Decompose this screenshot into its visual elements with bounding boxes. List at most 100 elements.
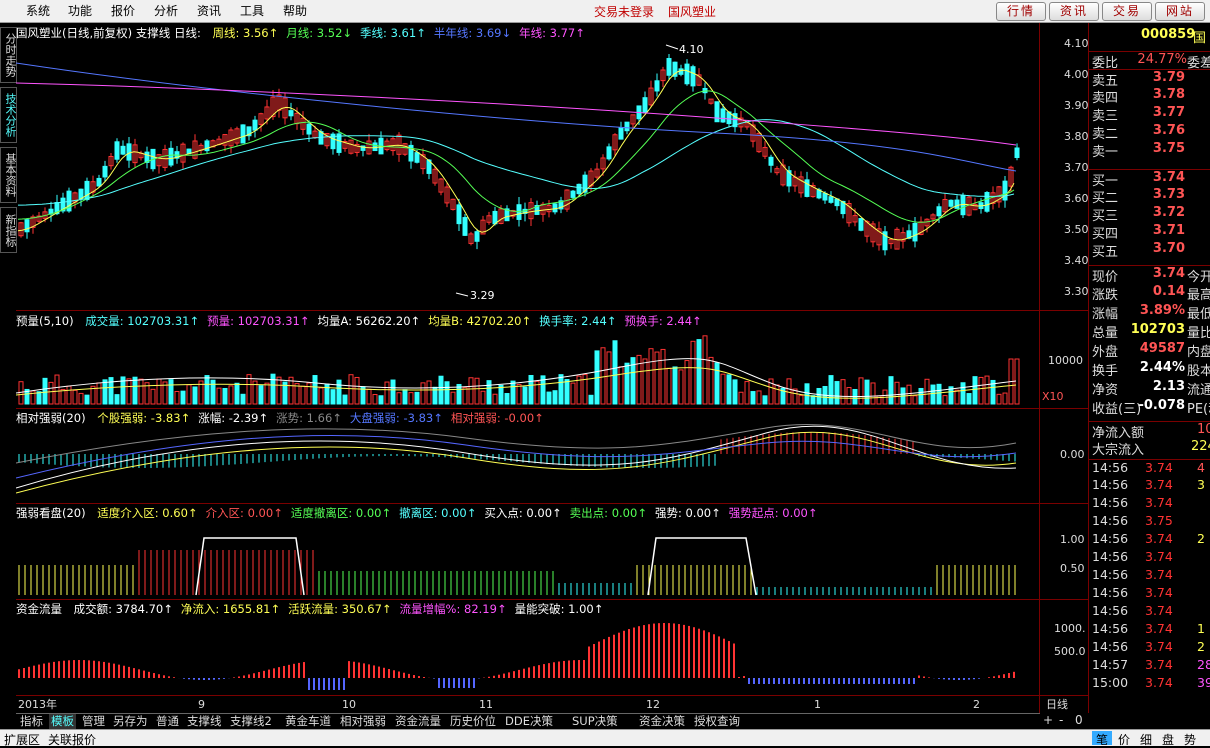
up-arrow-icon: ↑ — [270, 602, 281, 616]
indicator-tab-14[interactable]: 授权查询 — [692, 714, 742, 729]
candle — [594, 162, 600, 180]
trend-bars — [18, 537, 1016, 596]
menu-quote[interactable]: 报价 — [111, 2, 135, 19]
tab-ticks[interactable]: 笔 — [1092, 731, 1112, 747]
extension-area-button[interactable]: 扩展区 — [4, 731, 40, 748]
indicator-tab-7[interactable]: 黄金车道 — [283, 714, 333, 729]
trend-label-5: 卖出点: 0.00 — [569, 506, 638, 520]
candle — [972, 197, 978, 211]
tick-price: 3.74 — [1145, 621, 1173, 636]
quotes-button[interactable]: 行情 — [996, 2, 1046, 21]
tick-price: 3.75 — [1145, 513, 1173, 528]
indicator-tab-8[interactable]: 相对强弱 — [338, 714, 388, 729]
candle — [504, 205, 510, 222]
menu-tools[interactable]: 工具 — [240, 2, 264, 19]
trend-y-tick-05: 0.50 — [1060, 562, 1085, 575]
volume-bar — [588, 394, 594, 405]
candle — [900, 227, 906, 249]
news-button[interactable]: 资讯 — [1049, 2, 1099, 21]
indicator-tab-1[interactable]: 模板 — [49, 714, 76, 729]
trade-button[interactable]: 交易 — [1102, 2, 1152, 21]
menu-help[interactable]: 帮助 — [283, 2, 307, 19]
candle — [798, 171, 804, 198]
zoom-reset-button[interactable]: 0 — [1075, 713, 1083, 727]
candle — [828, 191, 834, 204]
trend-label-0: 适度介入区: 0.60 — [97, 506, 188, 520]
volume-bar — [786, 378, 792, 405]
candle — [960, 192, 966, 218]
tick-price: 3.74 — [1145, 675, 1173, 690]
candle — [138, 150, 144, 161]
volume-bar — [114, 394, 120, 405]
volume-bar — [138, 378, 144, 405]
quote-row-2-side-label: 最低 — [1187, 307, 1210, 322]
candle — [984, 191, 990, 213]
volume-bar — [930, 384, 936, 405]
zoom-out-button[interactable]: - — [1059, 713, 1063, 727]
tab-detail[interactable]: 细 — [1136, 731, 1156, 747]
strength-label-1: 涨幅: -2.39 — [198, 411, 259, 425]
menu-bar: 系统 功能 报价 分析 资讯 工具 帮助 交易未登录 国风塑业 行情 资讯 交易… — [0, 0, 1210, 23]
quote-row-5-label: 换手 — [1092, 364, 1119, 379]
sell-row-1-label: 卖一 — [1092, 145, 1119, 160]
volume-bar — [942, 395, 948, 405]
candle — [198, 143, 204, 155]
indicator-tab-2[interactable]: 管理 — [80, 714, 107, 729]
tick-volume: 2 — [1197, 639, 1205, 654]
indicator-tab-11[interactable]: DDE决策 — [503, 714, 555, 729]
menu-analysis[interactable]: 分析 — [154, 2, 178, 19]
indicator-tab-13[interactable]: 资金决策 — [637, 714, 687, 729]
indicator-tab-6[interactable]: 支撑线2 — [228, 714, 274, 729]
up-arrow-icon: ↑ — [807, 506, 818, 520]
indicator-tab-4[interactable]: 普通 — [154, 714, 181, 729]
candle — [642, 91, 648, 114]
website-button[interactable]: 网站 — [1155, 2, 1205, 21]
candle — [612, 133, 618, 156]
up-arrow-icon: ↑ — [466, 506, 477, 520]
tab-book[interactable]: 盘 — [1158, 731, 1178, 747]
linked-quote-button[interactable]: 关联报价 — [48, 731, 96, 748]
trend-label-1: 介入区: 0.00 — [205, 506, 274, 520]
up-arrow-icon: ↑ — [606, 314, 617, 328]
volume-label-5: 预换手: 2.44 — [624, 314, 693, 328]
tab-intraday[interactable]: 分时走势 — [0, 27, 17, 83]
indicator-tab-10[interactable]: 历史价位 — [448, 714, 498, 729]
tab-price[interactable]: 价 — [1114, 731, 1134, 747]
indicator-tab-12[interactable]: SUP决策 — [570, 714, 620, 729]
menu-function[interactable]: 功能 — [68, 2, 92, 19]
zoom-in-button[interactable]: + — [1043, 713, 1053, 727]
up-arrow-icon: ↑ — [534, 411, 544, 425]
login-status[interactable]: 交易未登录 — [594, 3, 654, 20]
menu-news[interactable]: 资讯 — [197, 2, 221, 19]
volume-bar — [894, 381, 900, 405]
tab-trend[interactable]: 势 — [1180, 731, 1200, 747]
x-axis: 2013年 9 10 11 12 1 2 — [18, 697, 980, 711]
candle — [48, 201, 54, 222]
volume-bar — [462, 387, 468, 405]
tab-fundamentals[interactable]: 基本资料 — [0, 147, 17, 203]
indicator-tab-5[interactable]: 支撑线 — [185, 714, 224, 729]
volume-bar — [342, 394, 348, 405]
buy-row-4-label: 买四 — [1092, 227, 1119, 242]
volume-bar — [936, 383, 942, 405]
chart-area[interactable]: 4.10 3.29 2013年 9 10 11 12 1 2 国风塑业(日线,前… — [16, 23, 1040, 713]
indicator-tab-3[interactable]: 另存为 — [111, 714, 150, 729]
volume-bar — [954, 389, 960, 405]
up-arrow-icon: ↑ — [381, 506, 392, 520]
volume-bar — [102, 379, 108, 405]
volume-bar — [324, 383, 330, 405]
volume-bar — [354, 376, 360, 405]
tab-technical[interactable]: 技术分析 — [0, 87, 17, 143]
indicator-tab-0[interactable]: 指标 — [18, 714, 45, 729]
quote-row-5-value: 2.44% — [1139, 360, 1185, 375]
volume-bar — [678, 369, 684, 405]
relative-strength-lines — [16, 424, 1017, 494]
tab-new-indicator[interactable]: 新指标 — [0, 207, 17, 253]
volume-bar — [294, 383, 300, 405]
indicator-tab-9[interactable]: 资金流量 — [393, 714, 443, 729]
stock-short-name: 国 — [1193, 31, 1207, 46]
x-label-feb: 2 — [973, 698, 980, 711]
candle — [756, 131, 762, 154]
candle — [654, 73, 660, 97]
menu-system[interactable]: 系统 — [26, 2, 50, 19]
